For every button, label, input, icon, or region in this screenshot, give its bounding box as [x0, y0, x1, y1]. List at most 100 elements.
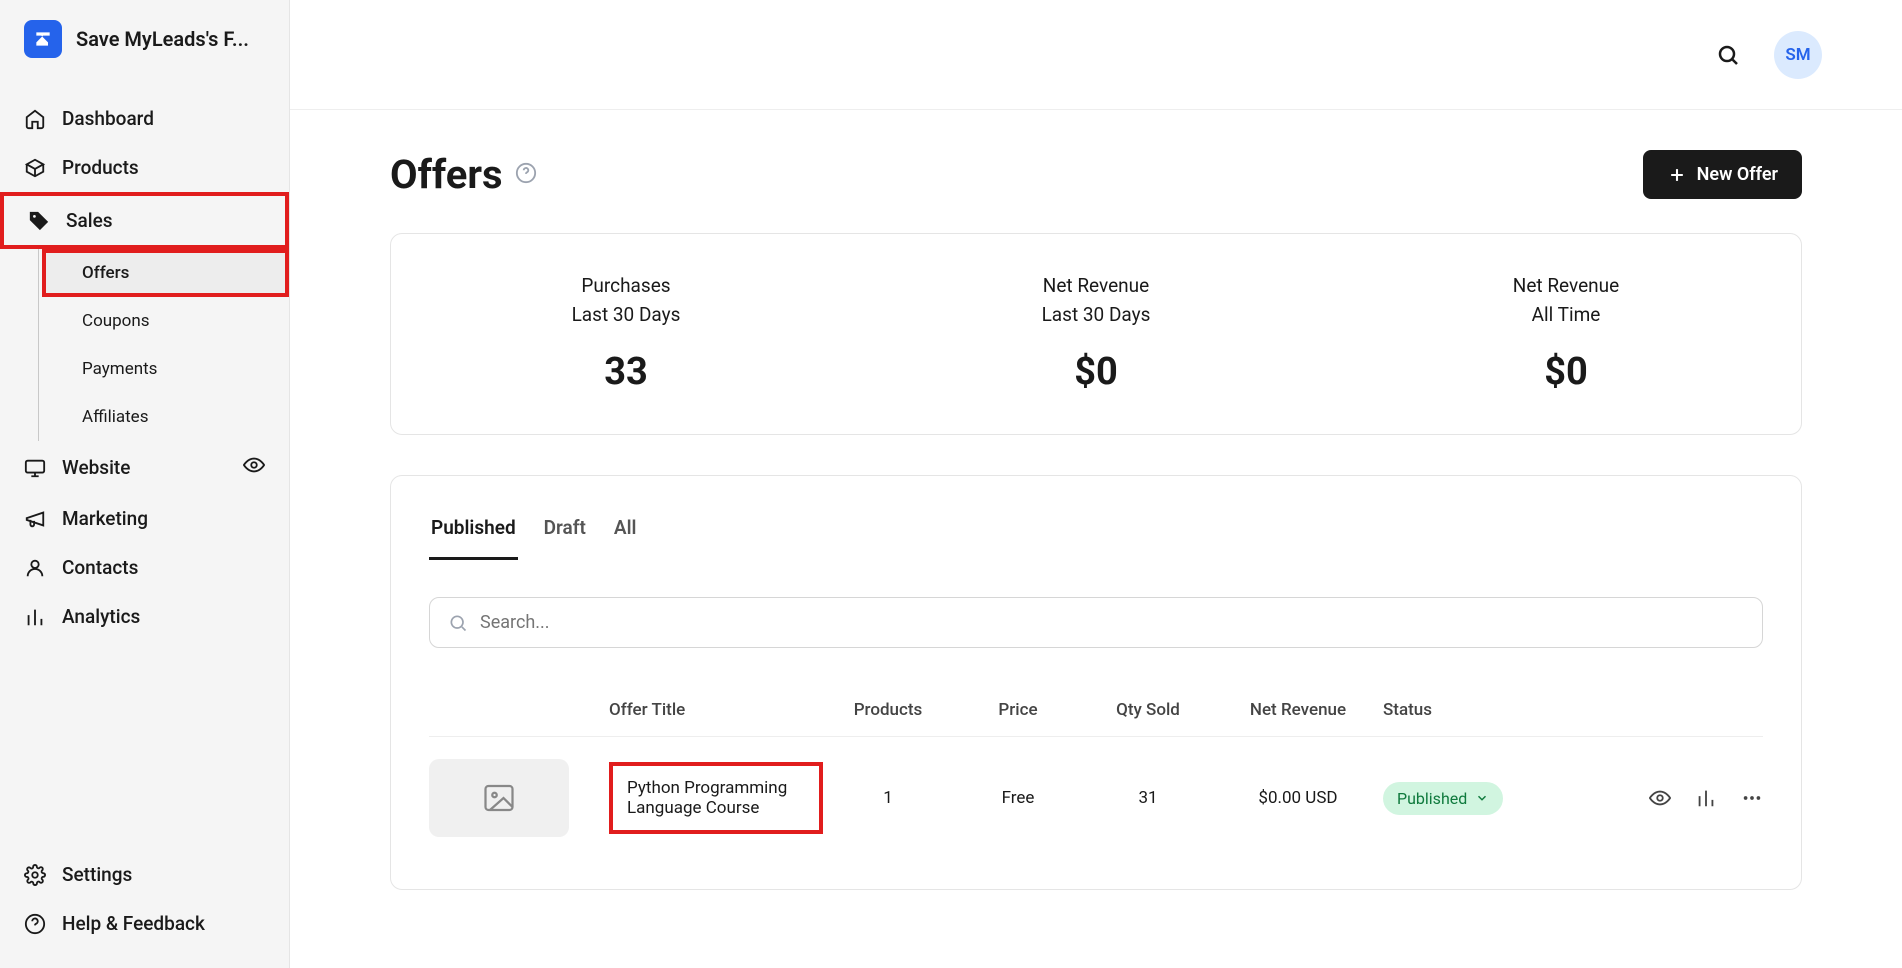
gear-icon: [24, 864, 46, 886]
tag-icon: [28, 210, 50, 232]
sidebar-item-settings[interactable]: Settings: [0, 850, 289, 899]
col-status: Status: [1383, 700, 1563, 720]
cell-status: Published: [1383, 782, 1563, 815]
main-area: SM Offers New Offer Purchases Last 30 Da…: [290, 0, 1902, 968]
more-action[interactable]: [1741, 787, 1763, 809]
status-label: Published: [1397, 789, 1467, 808]
page-content: Offers New Offer Purchases Last 30 Days …: [290, 110, 1902, 930]
col-title: Offer Title: [589, 700, 823, 720]
sidebar-item-sales[interactable]: Sales: [0, 192, 289, 249]
megaphone-icon: [24, 508, 46, 530]
sidebar-item-label: Dashboard: [62, 107, 154, 130]
subnav-item-offers[interactable]: Offers: [42, 249, 289, 297]
col-revenue: Net Revenue: [1213, 700, 1383, 720]
status-pill[interactable]: Published: [1383, 782, 1503, 815]
sidebar-item-label: Help & Feedback: [62, 912, 205, 935]
brand-logo-icon: [24, 20, 62, 58]
view-action[interactable]: [1649, 787, 1671, 809]
user-avatar[interactable]: SM: [1774, 31, 1822, 79]
help-icon[interactable]: [515, 162, 537, 188]
subnav-item-coupons[interactable]: Coupons: [42, 297, 289, 345]
stat-value: $0: [861, 350, 1331, 394]
cell-qty: 31: [1083, 788, 1213, 808]
page-title-wrap: Offers: [390, 151, 537, 198]
stat-sublabel: Last 30 Days: [391, 303, 861, 326]
col-price: Price: [953, 700, 1083, 720]
sidebar-item-products[interactable]: Products: [0, 143, 289, 192]
stat-value: 33: [391, 350, 861, 394]
offers-table: Offer Title Products Price Qty Sold Net …: [429, 684, 1763, 859]
eye-icon: [1649, 787, 1671, 809]
sales-subnav: Offers Coupons Payments Affiliates: [0, 249, 289, 441]
bar-chart-icon: [24, 606, 46, 628]
sidebar-item-label: Settings: [62, 863, 132, 886]
tabs: Published Draft All: [429, 506, 1763, 561]
row-actions: [1563, 787, 1763, 809]
stat-sublabel: Last 30 Days: [861, 303, 1331, 326]
more-horizontal-icon: [1741, 787, 1763, 809]
sidebar-item-analytics[interactable]: Analytics: [0, 592, 289, 641]
sidebar-item-marketing[interactable]: Marketing: [0, 494, 289, 543]
user-icon: [24, 557, 46, 579]
sidebar-item-label: Sales: [66, 209, 113, 232]
brand-title: Save MyLeads's F...: [76, 27, 249, 51]
sidebar-item-label: Marketing: [62, 507, 148, 530]
stat-sublabel: All Time: [1331, 303, 1801, 326]
cell-revenue: $0.00 USD: [1213, 788, 1383, 808]
page-header: Offers New Offer: [390, 150, 1802, 199]
page-title: Offers: [390, 151, 503, 198]
stat-purchases: Purchases Last 30 Days 33: [391, 274, 861, 394]
stat-label: Net Revenue: [861, 274, 1331, 297]
offers-section: Published Draft All Offer Title Products…: [390, 475, 1802, 890]
home-icon: [24, 108, 46, 130]
brand[interactable]: Save MyLeads's F...: [0, 20, 289, 84]
main-nav: Dashboard Products Sales Offers Coupons …: [0, 84, 289, 830]
sidebar-item-label: Website: [62, 456, 130, 479]
chevron-down-icon: [1475, 791, 1489, 805]
offer-title-cell: Python Programming Language Course: [589, 762, 823, 834]
sidebar-item-label: Products: [62, 156, 139, 179]
sidebar: Save MyLeads's F... Dashboard Products S…: [0, 0, 290, 968]
stats-action[interactable]: [1695, 787, 1717, 809]
sidebar-item-website[interactable]: Website: [0, 441, 289, 494]
sidebar-item-contacts[interactable]: Contacts: [0, 543, 289, 592]
stat-label: Purchases: [391, 274, 861, 297]
stat-value: $0: [1331, 350, 1801, 394]
new-offer-button[interactable]: New Offer: [1643, 150, 1802, 199]
sidebar-footer: Settings Help & Feedback: [0, 830, 289, 948]
table-header: Offer Title Products Price Qty Sold Net …: [429, 684, 1763, 737]
offer-title[interactable]: Python Programming Language Course: [609, 762, 823, 834]
offer-thumbnail: [429, 759, 569, 837]
table-row[interactable]: Python Programming Language Course 1 Fre…: [429, 737, 1763, 859]
cell-products: 1: [823, 788, 953, 808]
topbar: SM: [290, 0, 1902, 110]
tab-all[interactable]: All: [612, 506, 639, 560]
col-qty: Qty Sold: [1083, 700, 1213, 720]
sidebar-item-help[interactable]: Help & Feedback: [0, 899, 289, 948]
sidebar-item-dashboard[interactable]: Dashboard: [0, 94, 289, 143]
offers-search-box[interactable]: [429, 597, 1763, 648]
search-icon: [448, 613, 468, 633]
tab-draft[interactable]: Draft: [542, 506, 588, 560]
bar-chart-icon: [1695, 787, 1717, 809]
stat-label: Net Revenue: [1331, 274, 1801, 297]
plus-icon: [1667, 165, 1687, 185]
eye-icon: [243, 454, 265, 481]
offers-search-input[interactable]: [480, 612, 1744, 633]
search-icon: [1716, 43, 1740, 67]
image-icon: [481, 780, 517, 816]
stats-card: Purchases Last 30 Days 33 Net Revenue La…: [390, 233, 1802, 435]
search-button[interactable]: [1714, 41, 1742, 69]
stat-net-revenue-30: Net Revenue Last 30 Days $0: [861, 274, 1331, 394]
cell-price: Free: [953, 788, 1083, 808]
stat-net-revenue-all: Net Revenue All Time $0: [1331, 274, 1801, 394]
tab-published[interactable]: Published: [429, 506, 518, 560]
subnav-item-payments[interactable]: Payments: [42, 345, 289, 393]
box-icon: [24, 157, 46, 179]
new-offer-label: New Offer: [1697, 164, 1778, 185]
col-products: Products: [823, 700, 953, 720]
sidebar-item-label: Contacts: [62, 556, 138, 579]
sidebar-item-label: Analytics: [62, 605, 140, 628]
monitor-icon: [24, 457, 46, 479]
subnav-item-affiliates[interactable]: Affiliates: [42, 393, 289, 441]
